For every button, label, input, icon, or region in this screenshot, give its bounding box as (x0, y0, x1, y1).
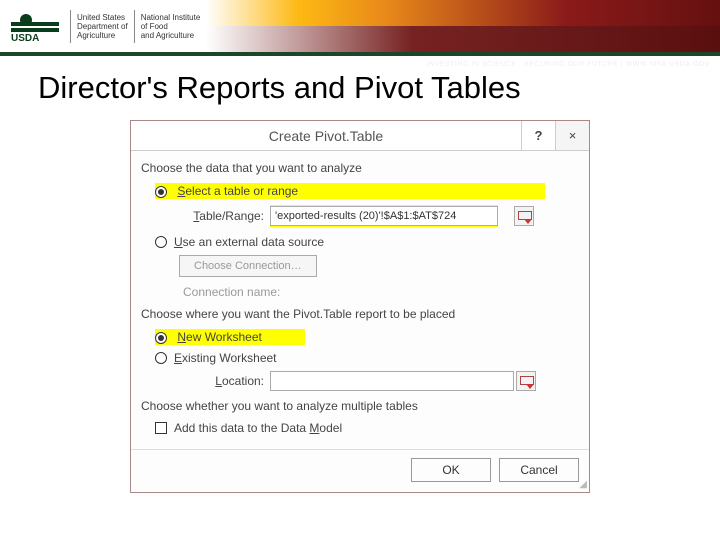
location-picker-button[interactable] (516, 371, 536, 391)
header-tagline: INVESTING IN SCIENCE · SECURING OUR FUTU… (427, 61, 710, 68)
usda-logo-icon: USDA (11, 11, 59, 41)
collapse-dialog-icon (518, 211, 530, 221)
department-label-1: United States Department of Agriculture (70, 10, 134, 43)
dialog-titlebar: Create Pivot.Table ? × (131, 121, 589, 151)
svg-text:USDA: USDA (11, 33, 39, 41)
cancel-button[interactable]: Cancel (499, 458, 579, 482)
radio-external-source[interactable] (155, 236, 167, 248)
table-range-label: Table/Range: (179, 209, 264, 223)
section-multiple-tables-label: Choose whether you want to analyze multi… (141, 399, 579, 413)
slide-title: Director's Reports and Pivot Tables (38, 70, 720, 106)
choose-connection-button[interactable]: Choose Connection… (179, 255, 317, 277)
header-gradient (206, 0, 720, 26)
radio-external-source-label: Use an external data source (174, 235, 324, 249)
dialog-title: Create Pivot.Table (131, 121, 521, 150)
create-pivottable-dialog: Create Pivot.Table ? × Choose the data t… (130, 120, 590, 493)
department-label-2: National Institute of Food and Agricultu… (134, 10, 207, 43)
help-button[interactable]: ? (521, 121, 555, 150)
radio-new-worksheet[interactable] (155, 332, 167, 344)
checkbox-data-model[interactable] (155, 422, 167, 434)
radio-existing-worksheet-label: Existing Worksheet (174, 351, 277, 365)
radio-new-worksheet-label: New Worksheet (177, 330, 261, 344)
dialog-button-row: OK Cancel (131, 449, 589, 492)
checkbox-data-model-label: Add this data to the Data Model (174, 421, 342, 435)
resize-grip-icon[interactable]: ◢ (579, 479, 587, 490)
radio-select-table-range-label: Select a table or range (177, 184, 298, 198)
connection-name-label: Connection name: (183, 285, 280, 299)
slide-header: USDA United States Department of Agricul… (0, 0, 720, 52)
location-label: Location: (179, 374, 264, 388)
ok-button[interactable]: OK (411, 458, 491, 482)
table-range-input[interactable] (270, 206, 498, 226)
dialog-body: Choose the data that you want to analyze… (131, 151, 589, 445)
range-picker-button[interactable] (514, 206, 534, 226)
radio-existing-worksheet[interactable] (155, 352, 167, 364)
location-input[interactable] (270, 371, 514, 391)
usda-logo: USDA (0, 0, 70, 52)
collapse-dialog-icon (520, 376, 532, 386)
header-divider (0, 52, 720, 56)
section-placement-label: Choose where you want the Pivot.Table re… (141, 307, 579, 321)
radio-select-table-range[interactable] (155, 186, 167, 198)
section-analyze-label: Choose the data that you want to analyze (141, 161, 579, 175)
close-button[interactable]: × (555, 121, 589, 150)
